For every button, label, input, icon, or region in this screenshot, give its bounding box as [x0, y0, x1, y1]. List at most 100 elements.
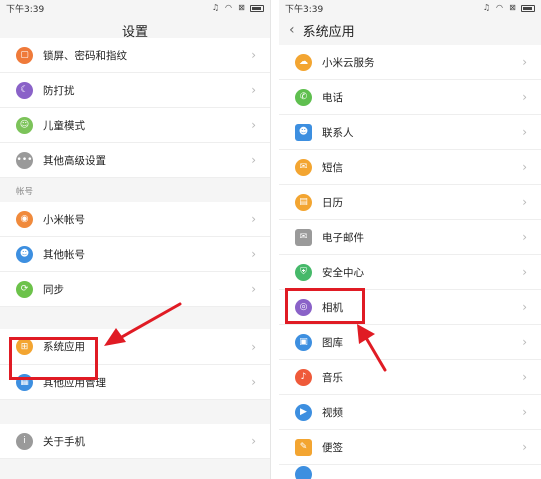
notes-icon: ✎	[295, 438, 312, 456]
screen-divider	[271, 0, 279, 479]
app-icon	[295, 466, 312, 479]
chevron-right-icon: ›	[522, 125, 527, 139]
chevron-right-icon: ›	[251, 247, 256, 261]
contacts-icon: ☻	[295, 123, 312, 141]
chevron-right-icon: ›	[522, 440, 527, 454]
chevron-right-icon: ›	[522, 335, 527, 349]
chevron-right-icon: ›	[522, 405, 527, 419]
settings-group-about: i 关于手机 ›	[0, 424, 270, 459]
moon-icon: ☾	[16, 81, 33, 99]
page-title: 设置	[121, 24, 148, 40]
chevron-right-icon: ›	[522, 230, 527, 244]
settings-item-other-accounts[interactable]: ☻ 其他帐号 ›	[0, 237, 270, 272]
app-item-video[interactable]: ▶ 视频 ›	[279, 395, 541, 430]
shield-icon: ⛨	[295, 263, 312, 281]
app-item-label: 便签	[322, 441, 343, 454]
settings-item-label: 其他高级设置	[43, 154, 106, 167]
chevron-right-icon: ›	[251, 83, 256, 97]
page-title: 系统应用	[302, 24, 355, 40]
status-time: 下午3:39	[6, 4, 45, 15]
gallery-icon: ▣	[295, 333, 312, 351]
wifi-icon: ◠	[496, 3, 503, 12]
arrow-pointer-up	[357, 324, 387, 372]
settings-item-label: 防打扰	[43, 84, 75, 97]
highlight-box-system-apps	[9, 337, 98, 380]
battery-icon	[250, 4, 264, 12]
settings-item-label: 锁屏、密码和指纹	[43, 49, 127, 62]
child-mode-icon: ☺	[16, 116, 33, 134]
settings-item-label: 同步	[43, 283, 64, 296]
app-item-email[interactable]: ✉ 电子邮件 ›	[279, 220, 541, 255]
mail-icon: ✉	[295, 228, 312, 246]
phone-icon: ✆	[295, 88, 312, 106]
chevron-right-icon: ›	[251, 48, 256, 62]
chevron-right-icon: ›	[522, 195, 527, 209]
chevron-right-icon: ›	[522, 300, 527, 314]
app-item-gallery[interactable]: ▣ 图库 ›	[279, 325, 541, 360]
section-gap	[0, 400, 270, 424]
mute-icon: ♫	[482, 3, 491, 12]
app-item-mi-cloud[interactable]: ☁ 小米云服务 ›	[279, 45, 541, 80]
settings-item-child-mode[interactable]: ☺ 儿童模式 ›	[0, 108, 270, 143]
settings-item-about-phone[interactable]: i 关于手机 ›	[0, 424, 270, 459]
app-item-phone[interactable]: ✆ 电话 ›	[279, 80, 541, 115]
app-item-messages[interactable]: ✉ 短信 ›	[279, 150, 541, 185]
chevron-right-icon: ›	[522, 370, 527, 384]
settings-item-lockscreen[interactable]: ▢ 锁屏、密码和指纹 ›	[0, 38, 270, 73]
calendar-icon: ▤	[295, 193, 312, 211]
app-item-partial[interactable]	[279, 465, 541, 479]
status-bar: 下午3:39 ♫ ◠ ⊠	[0, 0, 270, 16]
status-icons: ♫ ◠ ⊠	[211, 4, 264, 12]
app-item-label: 联系人	[322, 126, 354, 139]
chevron-right-icon: ›	[522, 55, 527, 69]
highlight-box-camera	[285, 288, 365, 324]
chevron-right-icon: ›	[251, 434, 256, 448]
app-item-calendar[interactable]: ▤ 日历 ›	[279, 185, 541, 220]
battery-icon	[521, 4, 535, 12]
video-icon: ▶	[295, 403, 312, 421]
chevron-right-icon: ›	[251, 212, 256, 226]
app-item-label: 电话	[322, 91, 343, 104]
app-item-label: 电子邮件	[322, 231, 364, 244]
page-title-bar: ‹ 系统应用	[279, 16, 541, 44]
settings-item-dnd[interactable]: ☾ 防打扰 ›	[0, 73, 270, 108]
left-phone-screen: 下午3:39 ♫ ◠ ⊠ 设置 ▢ 锁屏、密码和指纹 › ☾ 防打扰 › ☺ 儿…	[0, 0, 271, 479]
system-apps-list: ☁ 小米云服务 › ✆ 电话 › ☻ 联系人 › ✉ 短信 › ▤ 日历 › ✉…	[279, 45, 541, 479]
info-icon: i	[16, 432, 33, 450]
right-phone-screen: 下午3:39 ♫ ◠ ⊠ ‹ 系统应用 ☁ 小米云服务 › ✆ 电话 › ☻ 联…	[279, 0, 541, 479]
app-item-music[interactable]: ♪ 音乐 ›	[279, 360, 541, 395]
back-arrow-icon[interactable]: ‹	[289, 23, 295, 37]
section-label-account: 帐号	[0, 178, 270, 202]
app-item-label: 安全中心	[322, 266, 364, 279]
status-bar: 下午3:39 ♫ ◠ ⊠	[279, 0, 541, 16]
settings-item-label: 小米帐号	[43, 213, 85, 226]
app-item-label: 日历	[322, 196, 343, 209]
sync-icon: ⟳	[16, 280, 33, 298]
mute-icon: ♫	[211, 3, 220, 12]
settings-item-label: 其他帐号	[43, 248, 85, 261]
status-icons: ♫ ◠ ⊠	[482, 4, 535, 12]
app-item-notes[interactable]: ✎ 便签 ›	[279, 430, 541, 465]
settings-item-advanced[interactable]: ••• 其他高级设置 ›	[0, 143, 270, 178]
app-item-security[interactable]: ⛨ 安全中心 ›	[279, 255, 541, 290]
chevron-right-icon: ›	[522, 160, 527, 174]
arrow-pointer-left	[104, 302, 182, 346]
person-icon: ☻	[16, 245, 33, 263]
message-icon: ✉	[295, 158, 312, 176]
no-sim-icon: ⊠	[509, 3, 516, 12]
chevron-right-icon: ›	[251, 118, 256, 132]
app-item-label: 视频	[322, 406, 343, 419]
app-item-contacts[interactable]: ☻ 联系人 ›	[279, 115, 541, 150]
music-icon: ♪	[295, 368, 312, 386]
lock-icon: ▢	[16, 46, 33, 64]
settings-item-label: 关于手机	[43, 435, 85, 448]
chevron-right-icon: ›	[251, 339, 256, 354]
chevron-right-icon: ›	[251, 153, 256, 167]
app-item-label: 小米云服务	[322, 56, 375, 69]
settings-item-mi-account[interactable]: ◉ 小米帐号 ›	[0, 202, 270, 237]
no-sim-icon: ⊠	[238, 3, 245, 12]
chevron-right-icon: ›	[522, 90, 527, 104]
settings-group-account: ◉ 小米帐号 › ☻ 其他帐号 › ⟳ 同步 ›	[0, 202, 270, 307]
cloud-icon: ☁	[295, 53, 312, 71]
wifi-icon: ◠	[225, 3, 232, 12]
